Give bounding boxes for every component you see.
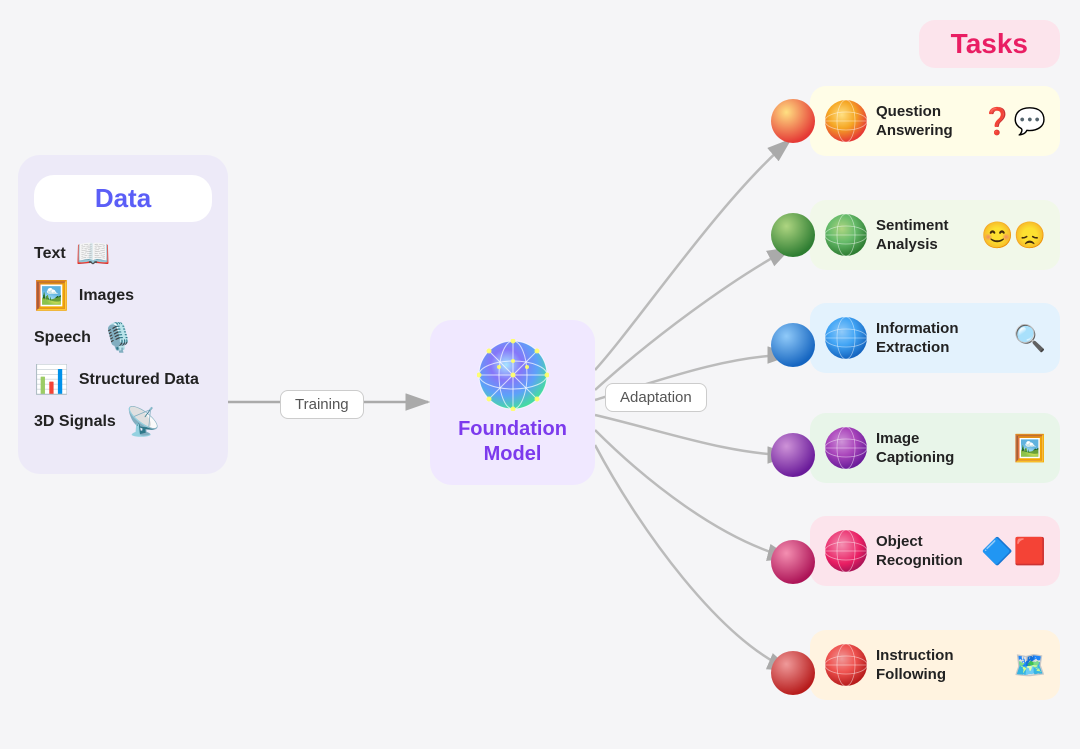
task-card-if: InstructionFollowing 🗺️ (810, 630, 1060, 700)
qa-sphere-icon (824, 99, 868, 143)
foundation-sphere-icon (477, 339, 549, 411)
ic-sphere-icon (824, 426, 868, 470)
adaptation-label: Adaptation (605, 383, 707, 412)
structured-icon: 📊 (34, 366, 69, 394)
foundation-model-label: Foundation Model (430, 417, 595, 467)
data-item-text: Text 📖 (34, 240, 212, 268)
data-images-label: Images (79, 287, 134, 305)
task-card-or: ObjectRecognition 🔷🟥 (810, 516, 1060, 586)
if-sphere-icon (824, 643, 868, 687)
data-structured-label: Structured Data (79, 371, 199, 389)
training-label: Training (280, 390, 364, 419)
ie-task-icon: 🔍 (1014, 323, 1046, 354)
sa-sphere-icon (824, 213, 868, 257)
ic-task-icon: 🖼️ (1014, 433, 1046, 464)
if-task-text: InstructionFollowing (876, 646, 1006, 685)
tasks-header: Tasks (919, 20, 1060, 68)
data-label-box: Data (34, 175, 212, 222)
or-task-text: ObjectRecognition (876, 532, 973, 571)
qa-task-text: QuestionAnswering (876, 102, 973, 141)
ie-task-text: InformationExtraction (876, 319, 1006, 358)
qa-task-icon: ❓💬 (981, 106, 1046, 137)
data-panel: Data Text 📖 🖼️ Images Speech 🎙️ 📊 Struct… (18, 155, 228, 474)
if-task-icon: 🗺️ (1014, 650, 1046, 681)
foundation-model-box: Foundation Model (430, 320, 595, 485)
or-sphere-icon (824, 529, 868, 573)
task-card-ie: InformationExtraction 🔍 (810, 303, 1060, 373)
data-title: Data (95, 183, 151, 213)
data-speech-label: Speech (34, 329, 91, 347)
text-icon: 📖 (76, 240, 111, 268)
ie-sphere-icon (824, 316, 868, 360)
task-card-ic: ImageCaptioning 🖼️ (810, 413, 1060, 483)
data-item-3dsignals: 3D Signals 📡 (34, 408, 212, 436)
sa-task-icon: 😊😞 (981, 220, 1046, 251)
data-item-speech: Speech 🎙️ (34, 324, 212, 352)
data-item-images: 🖼️ Images (34, 282, 212, 310)
data-text-label: Text (34, 245, 66, 263)
images-icon: 🖼️ (34, 282, 69, 310)
task-card-qa: QuestionAnswering ❓💬 (810, 86, 1060, 156)
tasks-title: Tasks (951, 28, 1028, 59)
ic-task-text: ImageCaptioning (876, 429, 1006, 468)
speech-icon: 🎙️ (101, 324, 136, 352)
data-3d-label: 3D Signals (34, 413, 116, 431)
or-task-icon: 🔷🟥 (981, 536, 1046, 567)
3d-icon: 📡 (126, 408, 161, 436)
data-item-structured: 📊 Structured Data (34, 366, 212, 394)
sa-task-text: SentimentAnalysis (876, 216, 973, 255)
task-card-sa: SentimentAnalysis 😊😞 (810, 200, 1060, 270)
